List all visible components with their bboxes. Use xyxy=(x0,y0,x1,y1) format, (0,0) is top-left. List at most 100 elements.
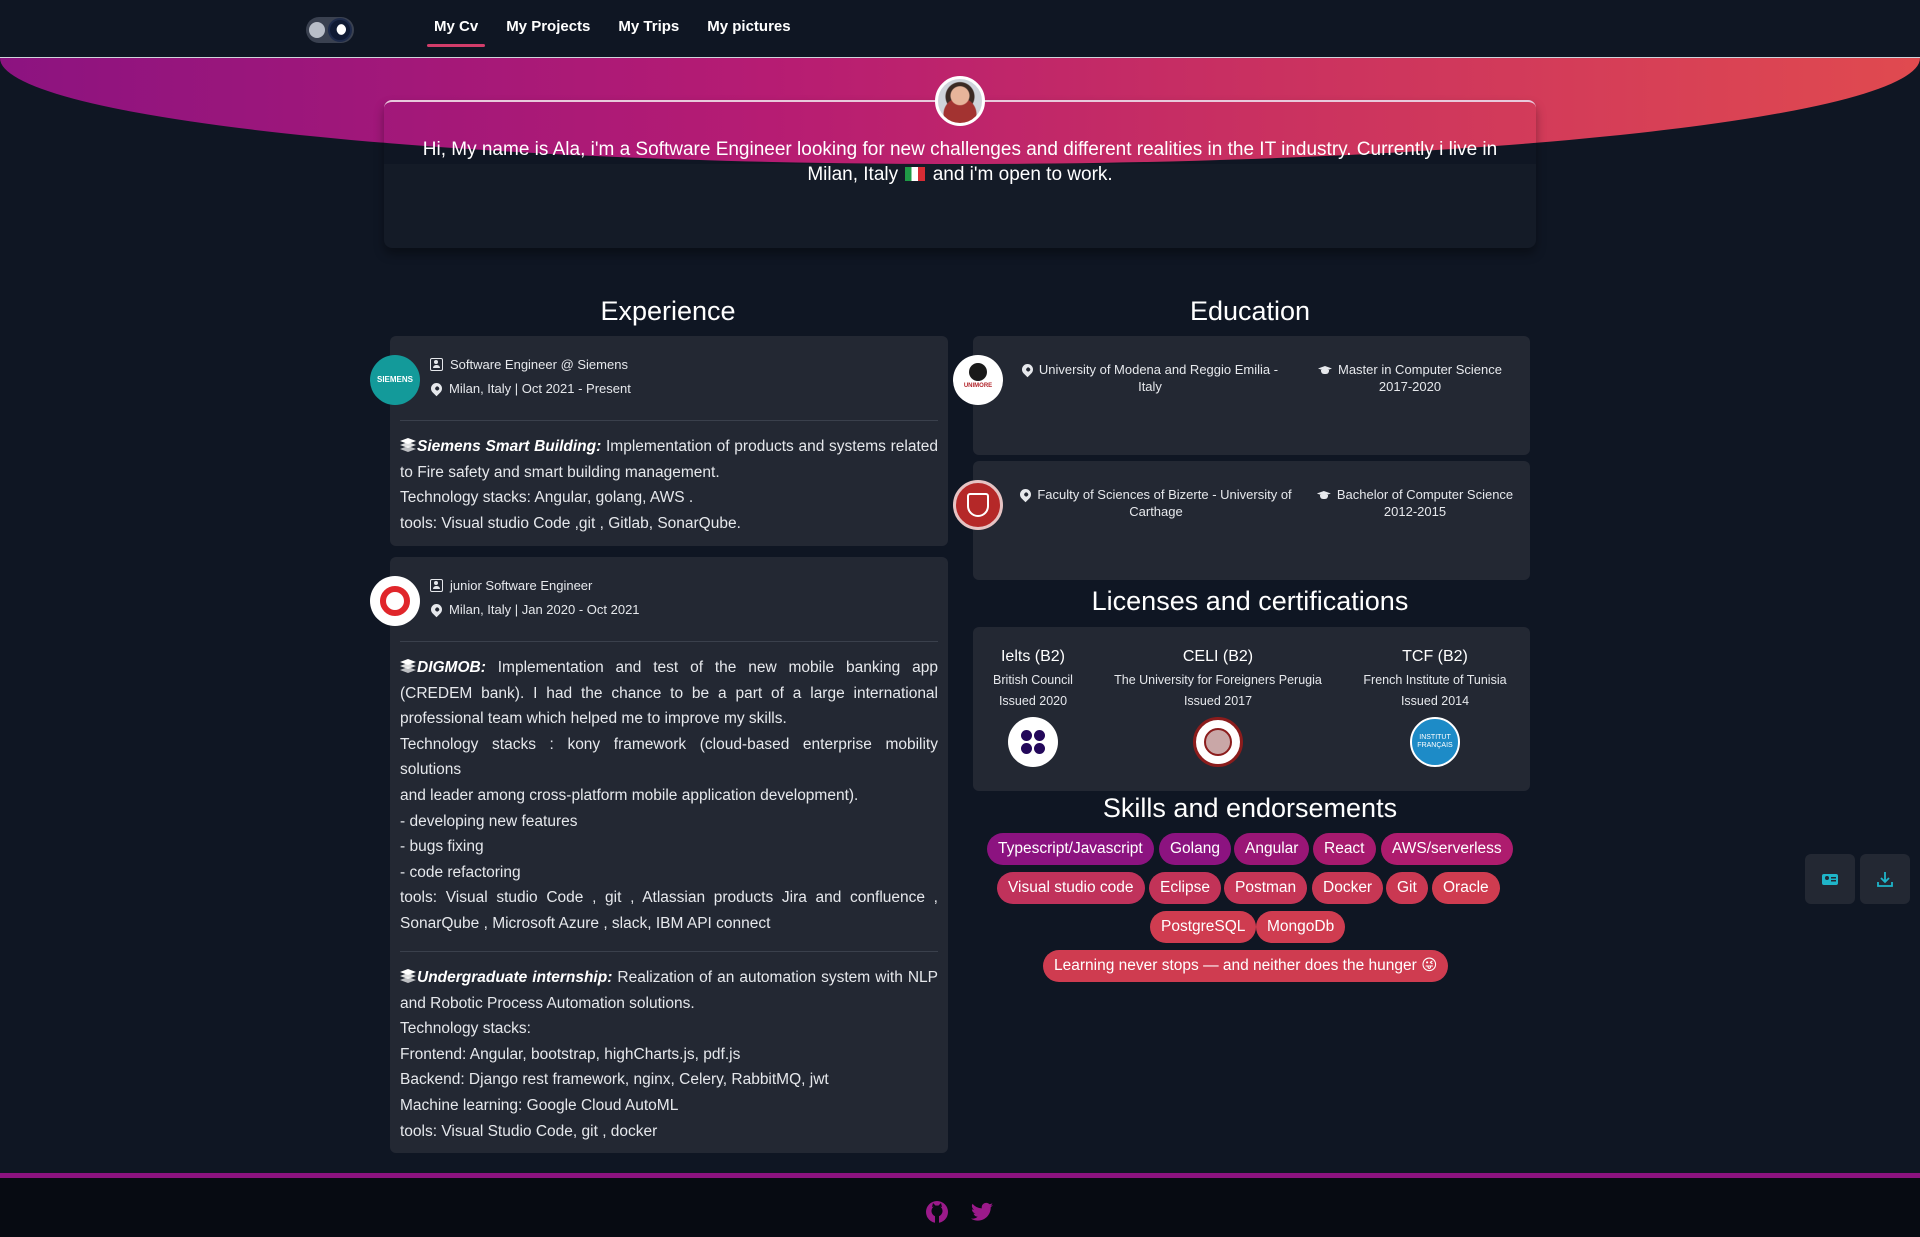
intro-text: Hi, My name is Ala, i'm a Software Engin… xyxy=(400,137,1520,187)
location-pin-icon xyxy=(428,380,445,397)
cert-issued: Issued 2017 xyxy=(1183,694,1253,708)
skill-chip[interactable]: Eclipse xyxy=(1149,872,1221,904)
graduation-cap-icon xyxy=(1317,490,1331,500)
theme-toggle-icon[interactable] xyxy=(306,17,354,43)
project-line: - code refactoring xyxy=(400,863,521,881)
github-icon[interactable] xyxy=(923,1198,951,1226)
skill-chip[interactable]: Typescript/Javascript xyxy=(987,833,1154,865)
sun-icon xyxy=(309,22,325,38)
project-siemens-smart-building: Siemens Smart Building: Implementation o… xyxy=(400,434,938,536)
skill-chip[interactable]: Postman xyxy=(1224,872,1308,904)
contact-card-icon xyxy=(430,358,443,371)
skills-title: Skills and endorsements xyxy=(1102,793,1398,823)
cert-tcf: TCF (B2) French Institute of Tunisia Iss… xyxy=(1355,648,1515,767)
job-location-line: Milan, Italy | Oct 2021 - Present xyxy=(428,380,631,397)
seal-center xyxy=(1204,728,1232,756)
education-title: Education xyxy=(1189,296,1311,326)
logo-dot xyxy=(1034,730,1045,741)
skill-chip[interactable]: Angular xyxy=(1234,833,1310,865)
experience-title: Experience xyxy=(600,296,736,326)
project-name: Undergraduate internship: xyxy=(417,969,613,986)
italy-flag-icon xyxy=(905,167,926,181)
cert-name: CELI (B2) xyxy=(1182,648,1254,665)
avatar xyxy=(935,76,985,126)
degree-line: Master in Computer Science 2017-2020 xyxy=(1310,361,1510,395)
education-card-unimore xyxy=(973,336,1530,455)
download-cv-button[interactable] xyxy=(1860,854,1910,904)
motto-chip: Learning never stops — and neither does … xyxy=(1043,950,1449,982)
project-line: Machine learning: Google Cloud AutoML xyxy=(400,1096,679,1114)
skill-chip[interactable]: PostgreSQL xyxy=(1150,911,1257,943)
contact-card-icon xyxy=(1822,874,1838,885)
school-line: University of Modena and Reggio Emilia -… xyxy=(1019,361,1280,395)
divider xyxy=(400,420,938,421)
skill-chip[interactable]: Oracle xyxy=(1432,872,1500,904)
skill-chip[interactable]: MongoDb xyxy=(1256,911,1346,943)
project-line: tools: Visual studio Code ,git , Gitlab,… xyxy=(400,514,741,532)
degree-name: Master in Computer Science xyxy=(1337,362,1502,377)
school-name: University of Modena and Reggio Emilia -… xyxy=(1038,362,1279,394)
job-location: Milan, Italy | Oct 2021 - Present xyxy=(449,381,631,396)
project-name: Siemens Smart Building: xyxy=(417,438,602,455)
education-card-carthage xyxy=(973,461,1530,580)
certifications-title: Licenses and certifications xyxy=(1091,586,1409,616)
layers-icon xyxy=(400,969,416,983)
degree-years: 2012-2015 xyxy=(1383,504,1447,519)
project-line: tools: Visual Studio Code, git , docker xyxy=(400,1122,658,1140)
logo-dot xyxy=(1034,743,1045,754)
degree-years: 2017-2020 xyxy=(1378,379,1442,394)
skill-chip[interactable]: Docker xyxy=(1312,872,1384,904)
skill-chip[interactable]: Golang xyxy=(1159,833,1231,865)
layers-icon xyxy=(400,659,416,673)
nav-my-trips[interactable]: My Trips xyxy=(611,18,686,49)
job-role: junior Software Engineer xyxy=(450,578,593,593)
institut-francais-logo: INSTITUT FRANÇAIS xyxy=(1410,717,1460,767)
twitter-icon[interactable] xyxy=(968,1198,996,1226)
perugia-university-logo xyxy=(1193,717,1243,767)
project-name: DIGMOB: xyxy=(417,659,486,676)
school-line: Faculty of Sciences of Bizerte - Univers… xyxy=(1018,486,1292,520)
unimore-logo: UNIMORE xyxy=(953,355,1003,405)
location-pin-icon xyxy=(1018,486,1034,503)
project-internship: Undergraduate internship: Realization of… xyxy=(400,965,938,1144)
cert-issued: Issued 2020 xyxy=(998,694,1068,708)
skill-chip[interactable]: Git xyxy=(1386,872,1428,904)
project-line: Technology stacks: xyxy=(400,1020,531,1038)
divider xyxy=(400,641,938,642)
location-pin-icon xyxy=(428,601,445,618)
project-line: - bugs fixing xyxy=(400,838,484,856)
nav-my-cv[interactable]: My Cv xyxy=(427,18,486,49)
school-name: Faculty of Sciences of Bizerte - Univers… xyxy=(1037,487,1292,519)
skill-chip[interactable]: AWS/serverless xyxy=(1381,833,1513,865)
project-line: and leader among cross-platform mobile a… xyxy=(400,786,859,804)
company-logo xyxy=(370,576,420,626)
degree-name: Bachelor of Computer Science xyxy=(1336,487,1514,502)
nav-my-pictures[interactable]: My pictures xyxy=(700,18,797,49)
project-line: Backend: Django rest framework, nginx, C… xyxy=(400,1071,829,1089)
degree-line: Bachelor of Computer Science 2012-2015 xyxy=(1310,486,1520,520)
skill-chip[interactable]: React xyxy=(1313,833,1376,865)
project-line: Technology stacks: Angular, golang, AWS … xyxy=(400,489,694,507)
contact-card-icon xyxy=(430,579,443,592)
layers-icon xyxy=(400,438,416,452)
skill-chip[interactable]: Visual studio code xyxy=(997,872,1145,904)
project-line: Frontend: Angular, bootstrap, highCharts… xyxy=(400,1045,741,1063)
unimore-emblem xyxy=(969,363,987,381)
project-line: tools: Visual studio Code , git , Atlass… xyxy=(400,889,938,932)
cert-issuer: The University for Foreigners Perugia xyxy=(1114,673,1322,687)
download-icon xyxy=(1877,872,1893,887)
graduation-cap-icon xyxy=(1318,365,1332,375)
project-line: Technology stacks : kony framework (clou… xyxy=(400,735,938,779)
nav-my-projects[interactable]: My Projects xyxy=(499,18,597,49)
cert-issuer: French Institute of Tunisia xyxy=(1363,673,1507,687)
job-role: Software Engineer @ Siemens xyxy=(450,357,628,372)
top-navbar: My Cv My Projects My Trips My pictures xyxy=(0,0,1920,58)
location-pin-icon xyxy=(1019,361,1036,378)
divider xyxy=(400,951,938,952)
footer xyxy=(0,1173,1920,1237)
logo-dot xyxy=(1021,743,1032,754)
logo-dot xyxy=(1021,730,1032,741)
project-digmob: DIGMOB: Implementation and test of the n… xyxy=(400,655,938,937)
cert-ielts: Ielts (B2) British Council Issued 2020 xyxy=(973,648,1093,767)
contact-button[interactable] xyxy=(1805,854,1855,904)
